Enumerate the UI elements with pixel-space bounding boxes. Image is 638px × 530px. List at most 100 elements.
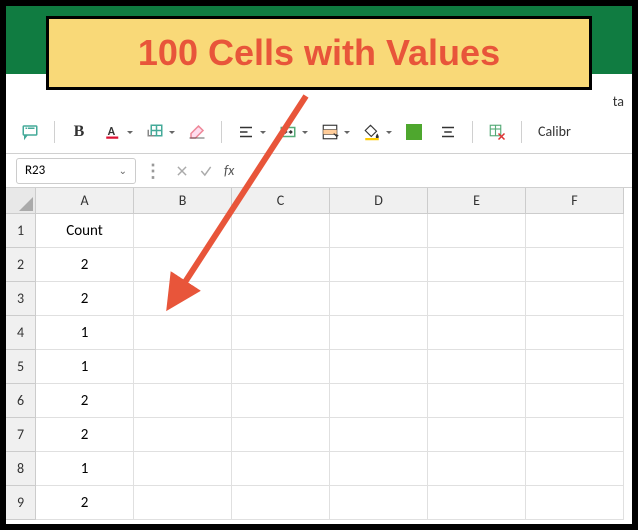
cell[interactable] bbox=[526, 384, 624, 418]
cell[interactable] bbox=[232, 486, 330, 520]
cell[interactable] bbox=[526, 452, 624, 486]
cell[interactable] bbox=[232, 248, 330, 282]
merge-button[interactable] bbox=[274, 118, 302, 146]
table-row: 9 2 bbox=[6, 486, 632, 520]
enter-icon[interactable] bbox=[194, 159, 218, 183]
clear-formatting-button[interactable] bbox=[183, 118, 211, 146]
formula-input[interactable] bbox=[240, 158, 632, 184]
cell[interactable] bbox=[134, 384, 232, 418]
cell[interactable]: 2 bbox=[36, 282, 134, 316]
formula-bar: R23 ⌄ ⋮ fx bbox=[6, 154, 632, 188]
cell[interactable] bbox=[134, 486, 232, 520]
cell[interactable] bbox=[428, 486, 526, 520]
cell[interactable] bbox=[232, 384, 330, 418]
fill-color-button[interactable] bbox=[358, 118, 386, 146]
cell[interactable]: 1 bbox=[36, 452, 134, 486]
cell[interactable] bbox=[330, 214, 428, 248]
cell[interactable] bbox=[134, 418, 232, 452]
font-name-field[interactable]: Calibr bbox=[538, 123, 571, 140]
conditional-format-button[interactable] bbox=[316, 118, 344, 146]
row-header[interactable]: 8 bbox=[6, 452, 36, 486]
cell[interactable] bbox=[232, 452, 330, 486]
select-all-corner[interactable] bbox=[6, 188, 36, 214]
row-header[interactable]: 3 bbox=[6, 282, 36, 316]
cell[interactable] bbox=[330, 350, 428, 384]
cell[interactable]: 1 bbox=[36, 350, 134, 384]
cell[interactable] bbox=[526, 486, 624, 520]
cell[interactable] bbox=[428, 350, 526, 384]
row-header[interactable]: 1 bbox=[6, 214, 36, 248]
cell[interactable] bbox=[232, 316, 330, 350]
tab-fragment[interactable]: ta bbox=[613, 93, 624, 110]
cell[interactable] bbox=[526, 282, 624, 316]
cell[interactable]: Count bbox=[36, 214, 134, 248]
row-header[interactable]: 6 bbox=[6, 384, 36, 418]
cell[interactable]: 1 bbox=[36, 316, 134, 350]
font-color-button[interactable]: A bbox=[99, 118, 127, 146]
table-row: 4 1 bbox=[6, 316, 632, 350]
column-header[interactable]: D bbox=[330, 188, 428, 214]
cell[interactable] bbox=[526, 248, 624, 282]
cell[interactable] bbox=[428, 384, 526, 418]
separator: ⋮ bbox=[144, 160, 162, 182]
cancel-icon[interactable] bbox=[170, 159, 194, 183]
table-row: 7 2 bbox=[6, 418, 632, 452]
cell[interactable] bbox=[134, 282, 232, 316]
cell[interactable]: 2 bbox=[36, 248, 134, 282]
row-header[interactable]: 4 bbox=[6, 316, 36, 350]
callout-banner: 100 Cells with Values bbox=[46, 16, 592, 90]
center-align-button[interactable] bbox=[434, 118, 462, 146]
column-header[interactable]: B bbox=[134, 188, 232, 214]
cell[interactable] bbox=[330, 418, 428, 452]
cell[interactable] bbox=[428, 282, 526, 316]
cell[interactable] bbox=[232, 350, 330, 384]
align-button[interactable] bbox=[232, 118, 260, 146]
column-header[interactable]: E bbox=[428, 188, 526, 214]
separator bbox=[54, 121, 55, 143]
chevron-down-icon[interactable]: ⌄ bbox=[119, 164, 127, 177]
cell[interactable]: 2 bbox=[36, 384, 134, 418]
cell[interactable] bbox=[330, 384, 428, 418]
column-header[interactable]: C bbox=[232, 188, 330, 214]
cell[interactable] bbox=[526, 316, 624, 350]
cell[interactable] bbox=[428, 418, 526, 452]
cell[interactable] bbox=[526, 418, 624, 452]
row-header[interactable]: 2 bbox=[6, 248, 36, 282]
cell[interactable] bbox=[232, 282, 330, 316]
fx-label[interactable]: fx bbox=[224, 162, 234, 179]
cell[interactable] bbox=[330, 486, 428, 520]
cell[interactable] bbox=[134, 452, 232, 486]
cell[interactable]: 2 bbox=[36, 418, 134, 452]
cell[interactable] bbox=[428, 316, 526, 350]
name-box[interactable]: R23 ⌄ bbox=[16, 158, 136, 184]
row-header[interactable]: 5 bbox=[6, 350, 36, 384]
column-header[interactable]: F bbox=[526, 188, 624, 214]
cell[interactable] bbox=[134, 214, 232, 248]
cell[interactable] bbox=[330, 316, 428, 350]
cell[interactable] bbox=[134, 350, 232, 384]
comment-icon[interactable] bbox=[16, 118, 44, 146]
column-header[interactable]: A bbox=[36, 188, 134, 214]
cell[interactable] bbox=[330, 248, 428, 282]
cell[interactable] bbox=[232, 418, 330, 452]
cell[interactable] bbox=[428, 214, 526, 248]
cell[interactable] bbox=[526, 350, 624, 384]
cell[interactable] bbox=[134, 316, 232, 350]
table-row: 1 Count bbox=[6, 214, 632, 248]
toolbar: B A Calibr bbox=[6, 110, 632, 154]
cell[interactable] bbox=[428, 452, 526, 486]
separator bbox=[221, 121, 222, 143]
insert-cells-button[interactable] bbox=[141, 118, 169, 146]
cell[interactable] bbox=[526, 214, 624, 248]
cell[interactable] bbox=[232, 214, 330, 248]
fill-color-swatch[interactable] bbox=[400, 118, 428, 146]
cell[interactable]: 2 bbox=[36, 486, 134, 520]
delete-table-button[interactable] bbox=[483, 118, 511, 146]
cell[interactable] bbox=[330, 282, 428, 316]
cell[interactable] bbox=[134, 248, 232, 282]
cell[interactable] bbox=[330, 452, 428, 486]
row-header[interactable]: 7 bbox=[6, 418, 36, 452]
cell[interactable] bbox=[428, 248, 526, 282]
bold-button[interactable]: B bbox=[65, 118, 93, 146]
row-header[interactable]: 9 bbox=[6, 486, 36, 520]
